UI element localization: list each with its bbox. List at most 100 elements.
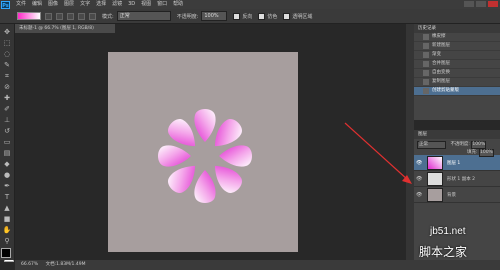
menu-bar: Ps 文件 编辑 图像 图层 文字 选择 滤镜 3D 视图 窗口 帮助 bbox=[0, 0, 500, 9]
menu-select[interactable]: 选择 bbox=[96, 0, 106, 9]
history-state-icon bbox=[423, 88, 429, 94]
pen-tool-icon[interactable]: ✒ bbox=[2, 182, 12, 191]
reverse-checkbox[interactable] bbox=[233, 12, 241, 20]
lasso-tool-icon[interactable]: ◌ bbox=[2, 50, 12, 59]
eyedropper-tool-icon[interactable]: ⊘ bbox=[2, 83, 12, 92]
menu-help[interactable]: 帮助 bbox=[173, 0, 183, 9]
type-tool-icon[interactable]: T bbox=[2, 193, 12, 202]
layer-name: 背景 bbox=[447, 192, 456, 198]
history-item[interactable]: 自由变换 bbox=[414, 69, 500, 78]
layer-row[interactable]: 👁 形状 1 副本 2 bbox=[414, 171, 500, 187]
menu-3d[interactable]: 3D bbox=[128, 0, 135, 9]
close-icon[interactable] bbox=[488, 1, 498, 7]
history-item[interactable]: 渐变 bbox=[414, 51, 500, 60]
flower-petal bbox=[194, 109, 216, 142]
document-tab[interactable]: 未标题-1 @ 66.7% (图层 1, RGB/8) bbox=[15, 24, 115, 33]
flower-petal bbox=[219, 145, 252, 167]
history-item[interactable]: 复制图层 bbox=[414, 78, 500, 87]
zoom-level[interactable]: 66.67% bbox=[21, 262, 38, 267]
reflected-gradient-button[interactable] bbox=[78, 12, 85, 20]
layer-thumbnail bbox=[427, 187, 443, 202]
fill-field[interactable]: 100% bbox=[478, 149, 494, 157]
marquee-tool-icon[interactable]: ⬚ bbox=[2, 39, 12, 48]
gradient-picker[interactable] bbox=[17, 12, 41, 20]
layer-row[interactable]: 👁 图层 1 bbox=[414, 155, 500, 171]
mode-select[interactable]: 正常 bbox=[116, 11, 171, 21]
history-brush-tool-icon[interactable]: ↺ bbox=[2, 127, 12, 136]
window-controls bbox=[464, 1, 498, 7]
color-swatches[interactable] bbox=[0, 248, 14, 264]
history-item[interactable]: 橡皮擦 bbox=[414, 33, 500, 42]
crop-tool-icon[interactable]: ⌗ bbox=[2, 72, 12, 81]
mode-label: 模式: bbox=[102, 13, 114, 20]
dodge-tool-icon[interactable]: ● bbox=[2, 171, 12, 180]
minimize-icon[interactable] bbox=[464, 1, 474, 7]
zoom-tool-icon[interactable]: ⚲ bbox=[2, 237, 12, 246]
layer-name: 图层 1 bbox=[447, 160, 461, 166]
blur-tool-icon[interactable]: ◆ bbox=[2, 160, 12, 169]
foreground-color[interactable] bbox=[1, 248, 11, 258]
history-item-label: 创建剪贴蒙版 bbox=[432, 88, 459, 93]
maximize-icon[interactable] bbox=[476, 1, 486, 7]
status-bar: 66.67% 文档:1.83M/1.49M bbox=[15, 260, 500, 270]
path-select-tool-icon[interactable]: ▲ bbox=[2, 204, 12, 213]
diamond-gradient-button[interactable] bbox=[89, 12, 96, 20]
history-state-icon bbox=[423, 43, 429, 49]
layers-panel-title[interactable]: 图层 bbox=[414, 130, 500, 139]
visibility-eye-icon[interactable]: 👁 bbox=[416, 176, 422, 182]
flower-graphic bbox=[158, 109, 252, 203]
linear-gradient-button[interactable] bbox=[45, 12, 52, 20]
menu-file[interactable]: 文件 bbox=[16, 0, 26, 9]
watermark-url: jb51.net bbox=[430, 226, 466, 237]
artboard[interactable] bbox=[108, 52, 298, 252]
menu-edit[interactable]: 编辑 bbox=[32, 0, 42, 9]
menu-view[interactable]: 视图 bbox=[141, 0, 151, 9]
healing-brush-tool-icon[interactable]: ✚ bbox=[2, 94, 12, 103]
history-item-active[interactable]: 创建剪贴蒙版 bbox=[414, 87, 500, 96]
dither-checkbox[interactable] bbox=[258, 12, 266, 20]
layer-opacity-label: 不透明度: bbox=[450, 142, 470, 147]
watermark-site-name: 脚本之家 bbox=[419, 245, 468, 259]
history-item-label: 橡皮擦 bbox=[432, 34, 446, 39]
hand-tool-icon[interactable]: ✋ bbox=[2, 226, 12, 235]
visibility-eye-icon[interactable]: 👁 bbox=[416, 192, 422, 198]
history-state-icon bbox=[423, 79, 429, 85]
layer-thumbnail bbox=[427, 171, 443, 186]
angle-gradient-button[interactable] bbox=[67, 12, 74, 20]
transparency-checkbox[interactable] bbox=[283, 12, 291, 20]
layers-panel: 图层 正常 不透明度: 100% 填充: 100% 👁 图层 1 👁 形状 1 … bbox=[414, 130, 500, 260]
menu-image[interactable]: 图像 bbox=[48, 0, 58, 9]
layer-row[interactable]: 👁 背景 bbox=[414, 187, 500, 203]
quick-select-tool-icon[interactable]: ✎ bbox=[2, 61, 12, 70]
menu-layer[interactable]: 图层 bbox=[64, 0, 74, 9]
eraser-tool-icon[interactable]: ▭ bbox=[2, 138, 12, 147]
fill-label: 填充: bbox=[467, 150, 478, 155]
options-bar: 模式: 正常 不透明度: 100% 反向 仿色 透明区域 bbox=[0, 9, 500, 24]
menu-filter[interactable]: 滤镜 bbox=[112, 0, 122, 9]
dither-label: 仿色 bbox=[267, 13, 278, 20]
layer-opacity-field[interactable]: 100% bbox=[471, 141, 487, 149]
shape-tool-icon[interactable]: ■ bbox=[2, 215, 12, 224]
history-panel: 历史记录 橡皮擦 新建图层 渐变 合并图层 自由变换 复制图层 创建剪贴蒙版 bbox=[414, 24, 500, 120]
history-item[interactable]: 合并图层 bbox=[414, 60, 500, 69]
radial-gradient-button[interactable] bbox=[56, 12, 63, 20]
history-item[interactable]: 新建图层 bbox=[414, 42, 500, 51]
flower-petal bbox=[158, 145, 191, 167]
clone-stamp-tool-icon[interactable]: ⊥ bbox=[2, 116, 12, 125]
panel-dock-strip bbox=[406, 24, 414, 260]
move-tool-icon[interactable]: ✥ bbox=[2, 28, 12, 37]
history-item-label: 新建图层 bbox=[432, 43, 450, 48]
blend-mode-select[interactable]: 正常 bbox=[417, 141, 446, 149]
visibility-eye-icon[interactable]: 👁 bbox=[416, 160, 422, 166]
brush-tool-icon[interactable]: ✐ bbox=[2, 105, 12, 114]
layers-options: 正常 不透明度: 100% 填充: 100% bbox=[414, 139, 500, 157]
history-item-label: 自由变换 bbox=[432, 70, 450, 75]
layer-thumbnail bbox=[427, 155, 443, 170]
menu-window[interactable]: 窗口 bbox=[157, 0, 167, 9]
history-panel-title[interactable]: 历史记录 bbox=[414, 24, 500, 33]
opacity-field[interactable]: 100% bbox=[201, 11, 228, 21]
history-state-icon bbox=[423, 34, 429, 40]
gradient-tool-icon[interactable]: ▤ bbox=[2, 149, 12, 158]
layer-name: 形状 1 副本 2 bbox=[447, 176, 476, 182]
menu-type[interactable]: 文字 bbox=[80, 0, 90, 9]
